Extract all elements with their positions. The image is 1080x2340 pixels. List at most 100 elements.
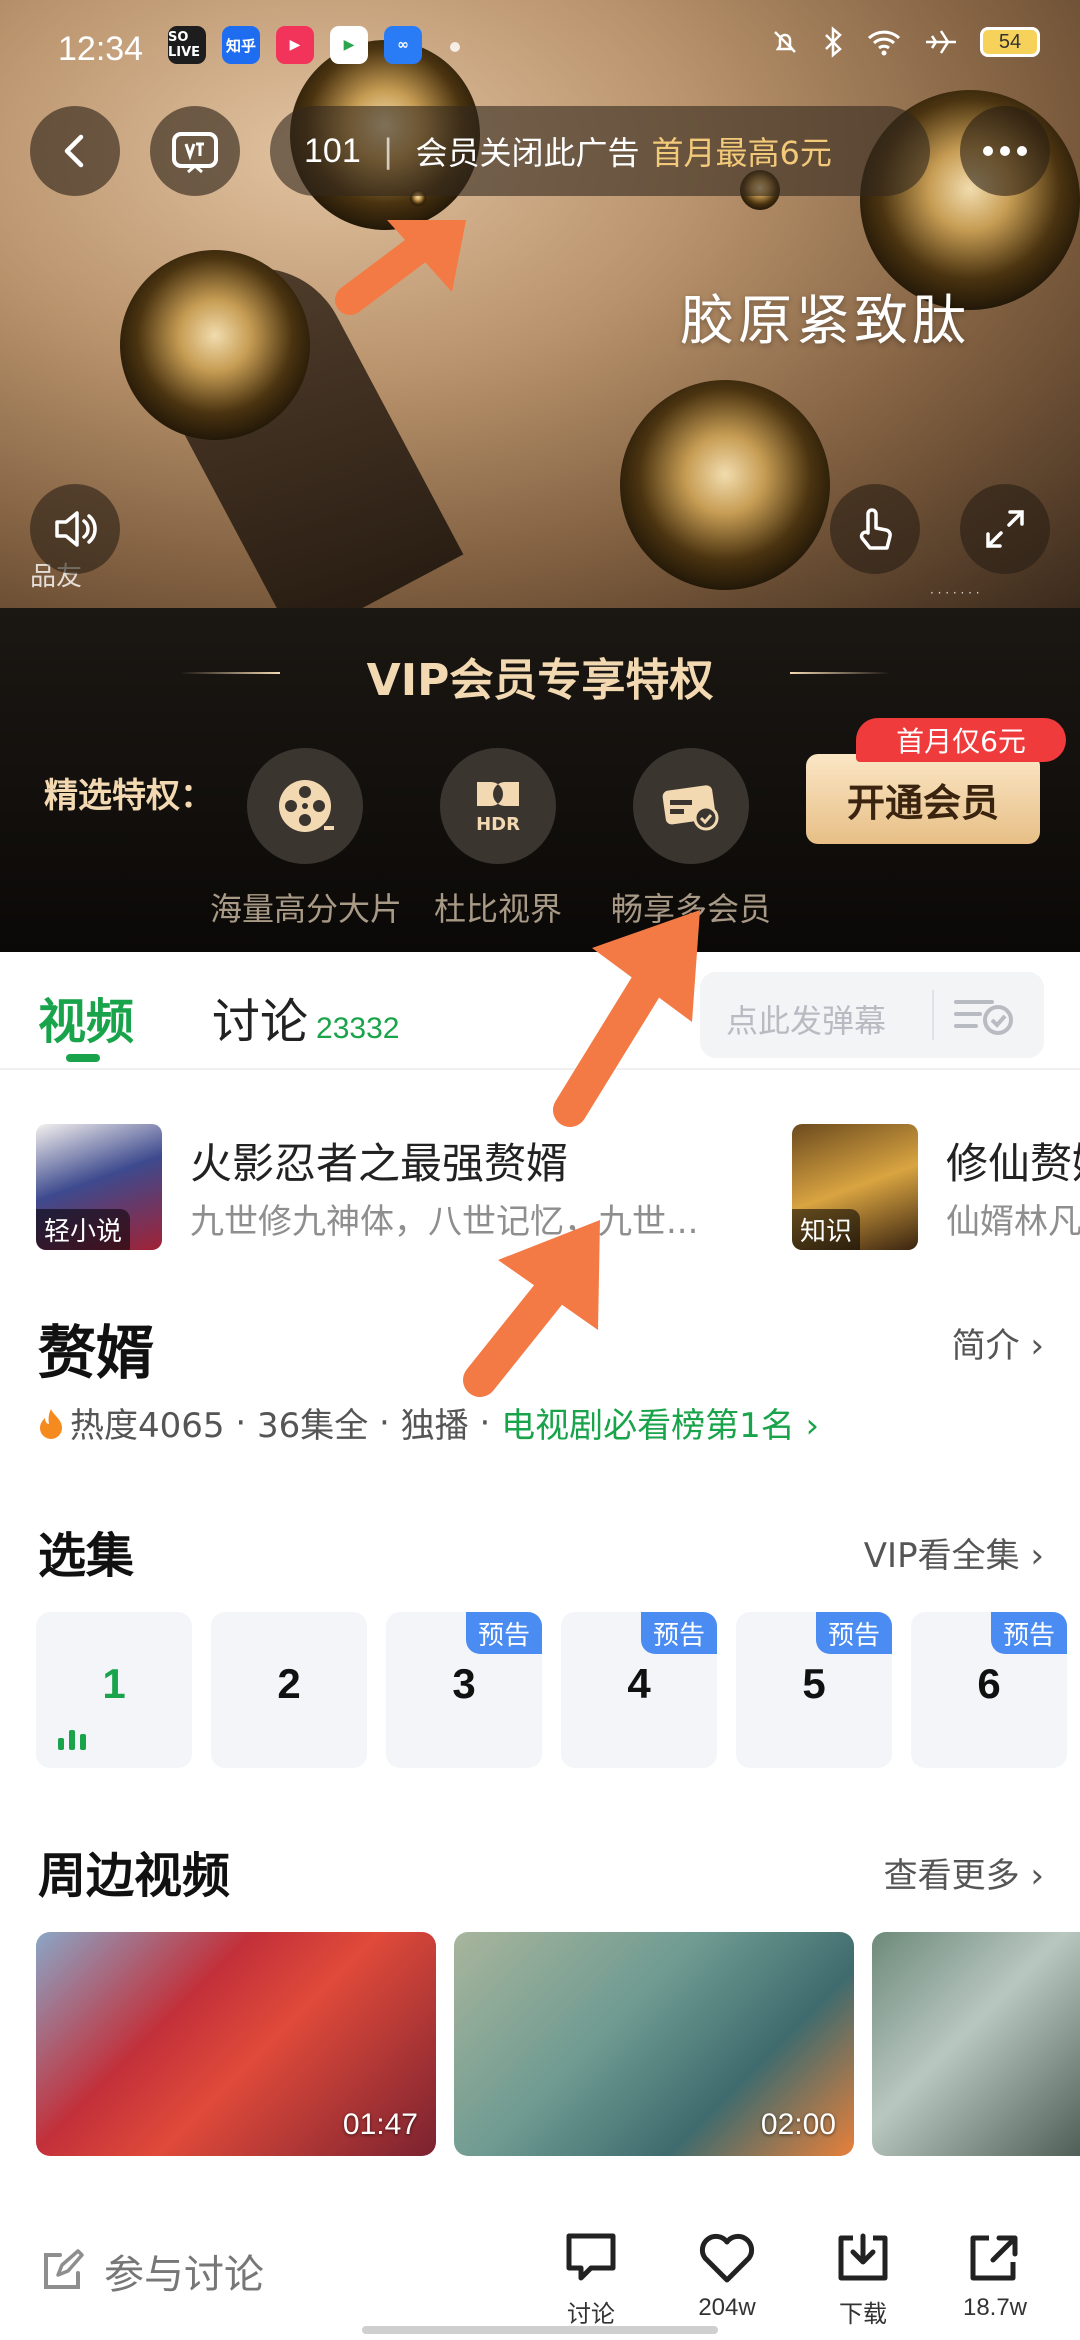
see-more-link[interactable]: 查看更多 › (884, 1848, 1044, 1897)
recommend-card[interactable]: 知识 修仙赘婿 仙婿林凡 (792, 1124, 1080, 1250)
episode-number: 3 (452, 1660, 476, 1707)
intro-link[interactable]: 简介 › (952, 1318, 1044, 1367)
mute-button[interactable] (30, 484, 120, 574)
ad-divider: | (382, 132, 394, 170)
tab-discuss[interactable]: 讨论 23332 (212, 982, 399, 1052)
app-infinity-icon: ∞ (384, 26, 422, 64)
related-videos-title: 周边视频 (38, 1848, 231, 1904)
touch-interact-button[interactable] (830, 484, 920, 574)
related-video-thumb[interactable]: 01:47 (36, 1932, 436, 2156)
tv-icon (172, 132, 218, 174)
ad-close-text: 会员关闭此广告 (415, 134, 640, 172)
episode-item[interactable]: 预告 4 (561, 1612, 717, 1768)
rank-link[interactable]: 电视剧必看榜第1名 › (501, 1398, 819, 1447)
episode-number: 4 (627, 1660, 651, 1707)
download-icon (838, 2233, 888, 2281)
drama-title: 赘婿 (38, 1319, 155, 1387)
more-button[interactable] (960, 106, 1050, 196)
discuss-count: 23332 (316, 1012, 400, 1045)
ad-fine-print: · · · · · · · (930, 586, 980, 600)
preview-badge: 预告 (640, 1612, 717, 1654)
recommend-tag: 知识 (792, 1209, 861, 1250)
status-app-icons: SO LIVE 知乎 ▶ ▶ ∞ (168, 26, 422, 64)
heat-text: 热度4065 (70, 1406, 225, 1446)
join-discussion-entry[interactable]: 参与讨论 (38, 2242, 264, 2300)
tab-video[interactable]: 视频 (38, 982, 134, 1052)
ad-overlay-text: 胶原紧致肽 (680, 289, 970, 352)
comment-icon (566, 2233, 616, 2281)
episodes-title: 选集 (38, 1528, 135, 1584)
recommend-card[interactable]: 轻小说 火影忍者之最强赘婿 九世修九神体，八世记忆，九世... (36, 1124, 756, 1250)
home-indicator[interactable] (362, 2326, 718, 2334)
fullscreen-button[interactable] (960, 484, 1050, 574)
meta-separator: · (224, 1402, 257, 1443)
episode-item[interactable]: 预告 3 (386, 1612, 542, 1768)
recommend-desc: 仙婿林凡 (946, 1202, 1080, 1242)
share-icon (970, 2235, 1018, 2281)
episode-item[interactable]: 2 (211, 1612, 367, 1768)
comment-button[interactable]: 讨论 (536, 2230, 646, 2329)
video-player[interactable]: 12:34 SO LIVE 知乎 ▶ ▶ ∞ 54 101 | 会员关闭此广告 … (0, 0, 1080, 608)
episode-item[interactable]: 预告 6 (911, 1612, 1067, 1768)
vip-title: VIP会员专享特权 (366, 655, 714, 706)
episode-number: 5 (802, 1660, 826, 1707)
preview-badge: 预告 (815, 1612, 892, 1654)
bluetooth-icon (825, 26, 842, 58)
vip-title-line-right (790, 672, 890, 674)
perk-label: 海量高分大片 (210, 890, 403, 928)
hand-tap-icon (859, 508, 892, 550)
episode-item[interactable]: 预告 5 (736, 1612, 892, 1768)
like-count: 204w (698, 2294, 756, 2321)
drama-meta: 热度4065 · 36集全 · 独播 · 电视剧必看榜第1名 › (38, 1398, 819, 1447)
ad-bubble (620, 380, 830, 590)
vip-all-episodes-label: VIP看全集 (863, 1536, 1020, 1576)
bell-off-icon (774, 31, 796, 53)
video-duration: 01:47 (342, 2108, 418, 2141)
perk-hd-movies[interactable]: 海量高分大片 (210, 748, 403, 930)
app-solive-icon: SO LIVE (168, 26, 206, 64)
bottom-action-bar: 参与讨论 讨论 204w 下载 18.7w (0, 2208, 1080, 2340)
related-video-thumb[interactable] (872, 1932, 1080, 2156)
share-button[interactable]: 18.7w (940, 2230, 1050, 2322)
like-button[interactable]: 204w (672, 2230, 782, 2322)
chevron-right-icon: › (1030, 1536, 1044, 1576)
film-reel-icon (247, 748, 363, 864)
share-count: 18.7w (962, 2294, 1028, 2321)
back-button[interactable] (30, 106, 120, 196)
vip-perk-label: 精选特权： (44, 776, 214, 816)
chevron-right-icon: › (1030, 1326, 1044, 1366)
meta-separator: · (368, 1402, 401, 1443)
ad-promo-text: 首月最高6元 (651, 134, 832, 172)
heart-icon (699, 2233, 755, 2283)
danmu-divider (932, 990, 934, 1040)
expand-icon (986, 510, 1024, 548)
comment-label: 讨论 (567, 2301, 615, 2328)
more-dots-icon (983, 146, 1027, 156)
video-duration: 02:00 (760, 2108, 836, 2141)
membership-card-icon (633, 748, 749, 864)
vip-all-episodes-link[interactable]: VIP看全集 › (864, 1528, 1044, 1577)
danmu-input[interactable]: 点此发弹幕 (700, 972, 1044, 1058)
annotation-arrow-icon (553, 910, 700, 1127)
download-button[interactable]: 下载 (808, 2230, 918, 2329)
ad-close-pill[interactable]: 101 | 会员关闭此广告 首月最高6元 (270, 106, 930, 196)
intro-link-label: 简介 (951, 1326, 1020, 1366)
fire-icon (40, 1408, 62, 1439)
app-zhihu-icon: 知乎 (222, 26, 260, 64)
danmu-settings-icon[interactable] (950, 990, 1022, 1040)
episode-item[interactable]: 1 (36, 1612, 192, 1768)
status-indicators: 54 (770, 26, 1040, 58)
preview-badge: 预告 (465, 1612, 542, 1654)
related-video-thumb[interactable]: 02:00 (454, 1932, 854, 2156)
meta-separator: · (468, 1402, 502, 1443)
join-vip-button[interactable]: 开通会员 (806, 754, 1040, 844)
notification-dot (450, 42, 460, 52)
episode-number: 2 (277, 1660, 301, 1707)
chevron-right-icon: › (1030, 1856, 1044, 1896)
status-bar: 12:34 SO LIVE 知乎 ▶ ▶ ∞ 54 (0, 0, 1080, 90)
tv-cast-button[interactable] (150, 106, 240, 196)
ad-bubble (120, 250, 310, 440)
recommend-cover: 知识 (792, 1124, 918, 1250)
chevron-left-icon (64, 134, 84, 168)
app-video-icon: ▶ (276, 26, 314, 64)
